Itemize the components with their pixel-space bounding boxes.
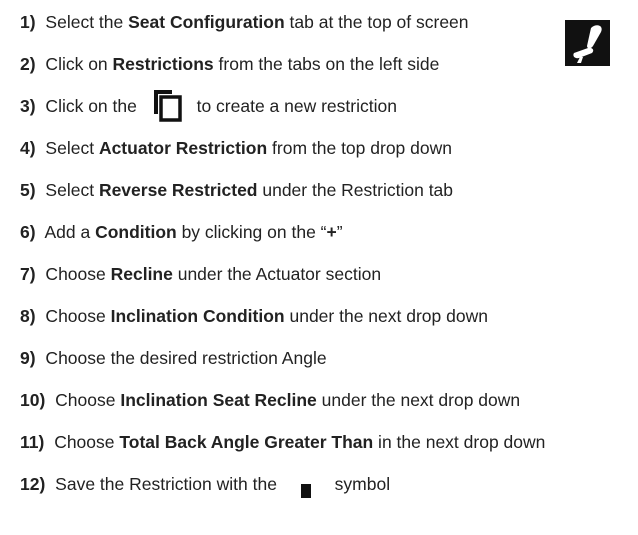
step-item: 10) Choose Inclination Seat Recline unde… — [20, 388, 636, 430]
step-emphasis: Actuator Restriction — [98, 138, 268, 158]
step-text: Select — [40, 180, 99, 200]
step-emphasis: Total Back Angle Greater Than — [119, 432, 374, 452]
step-text: Click on — [40, 54, 113, 74]
step-emphasis: Reverse Restricted — [98, 180, 258, 200]
step-text: Choose — [40, 264, 111, 284]
step-text: to create a new restriction — [191, 96, 397, 116]
step-text: Select — [40, 138, 99, 158]
step-text: Select the — [40, 12, 129, 32]
step-text: Save the Restriction with the — [50, 474, 282, 494]
step-item: 3) Click on the to create a new restrict… — [20, 90, 636, 136]
step-text: tab at the top of screen — [284, 12, 469, 32]
step-text: under the Restriction tab — [257, 180, 454, 200]
step-item: 8) Choose Inclination Condition under th… — [20, 304, 636, 346]
step-text: Choose — [40, 306, 111, 326]
step-emphasis: Inclination Seat Recline — [120, 390, 317, 410]
step-item: 6) Add a Condition by clicking on the “+… — [20, 220, 636, 262]
step-number: 3) — [20, 96, 36, 116]
step-item: 11) Choose Total Back Angle Greater Than… — [20, 430, 636, 472]
step-text: ” — [336, 222, 343, 242]
step-emphasis: Recline — [110, 264, 173, 284]
step-text: symbol — [329, 474, 391, 494]
step-item: 7) Choose Recline under the Actuator sec… — [20, 262, 636, 304]
copy-icon — [152, 88, 182, 122]
step-item: 9) Choose the desired restriction Angle — [20, 346, 636, 388]
step-number: 5) — [20, 180, 36, 200]
step-text: by clicking on the “ — [176, 222, 327, 242]
step-number: 12) — [20, 474, 46, 494]
step-text: from the top drop down — [267, 138, 452, 158]
step-text: in the next drop down — [373, 432, 546, 452]
step-text: Choose — [49, 432, 120, 452]
step-emphasis: Condition — [95, 222, 177, 242]
step-text: Click on the — [40, 96, 142, 116]
save-icon — [296, 478, 316, 500]
step-number: 9) — [20, 348, 36, 368]
step-emphasis: Restrictions — [112, 54, 214, 74]
step-item: 5) Select Reverse Restricted under the R… — [20, 178, 636, 220]
step-text: under the next drop down — [284, 306, 488, 326]
step-text: Choose — [50, 390, 121, 410]
step-text: under the Actuator section — [172, 264, 382, 284]
step-text: Choose the desired restriction Angle — [40, 348, 327, 368]
step-emphasis: Seat Configuration — [128, 12, 285, 32]
step-text: under the next drop down — [316, 390, 521, 410]
step-number: 2) — [20, 54, 36, 74]
step-number: 10) — [20, 390, 46, 410]
step-item: 12) Save the Restriction with the symbol — [20, 472, 636, 514]
step-number: 1) — [20, 12, 36, 32]
seat-recline-logo-icon — [565, 20, 610, 66]
step-number: 8) — [20, 306, 36, 326]
step-item: 1) Select the Seat Configuration tab at … — [20, 10, 636, 52]
step-emphasis: Inclination Condition — [110, 306, 285, 326]
instruction-list: 1) Select the Seat Configuration tab at … — [20, 10, 636, 514]
step-item: 4) Select Actuator Restriction from the … — [20, 136, 636, 178]
step-number: 4) — [20, 138, 36, 158]
step-text: from the tabs on the left side — [213, 54, 440, 74]
step-number: 7) — [20, 264, 36, 284]
step-emphasis: + — [326, 222, 337, 242]
step-number: 6) — [20, 222, 36, 242]
step-number: 11) — [20, 432, 45, 452]
step-item: 2) Click on Restrictions from the tabs o… — [20, 52, 636, 94]
step-text: Add a — [40, 222, 96, 242]
